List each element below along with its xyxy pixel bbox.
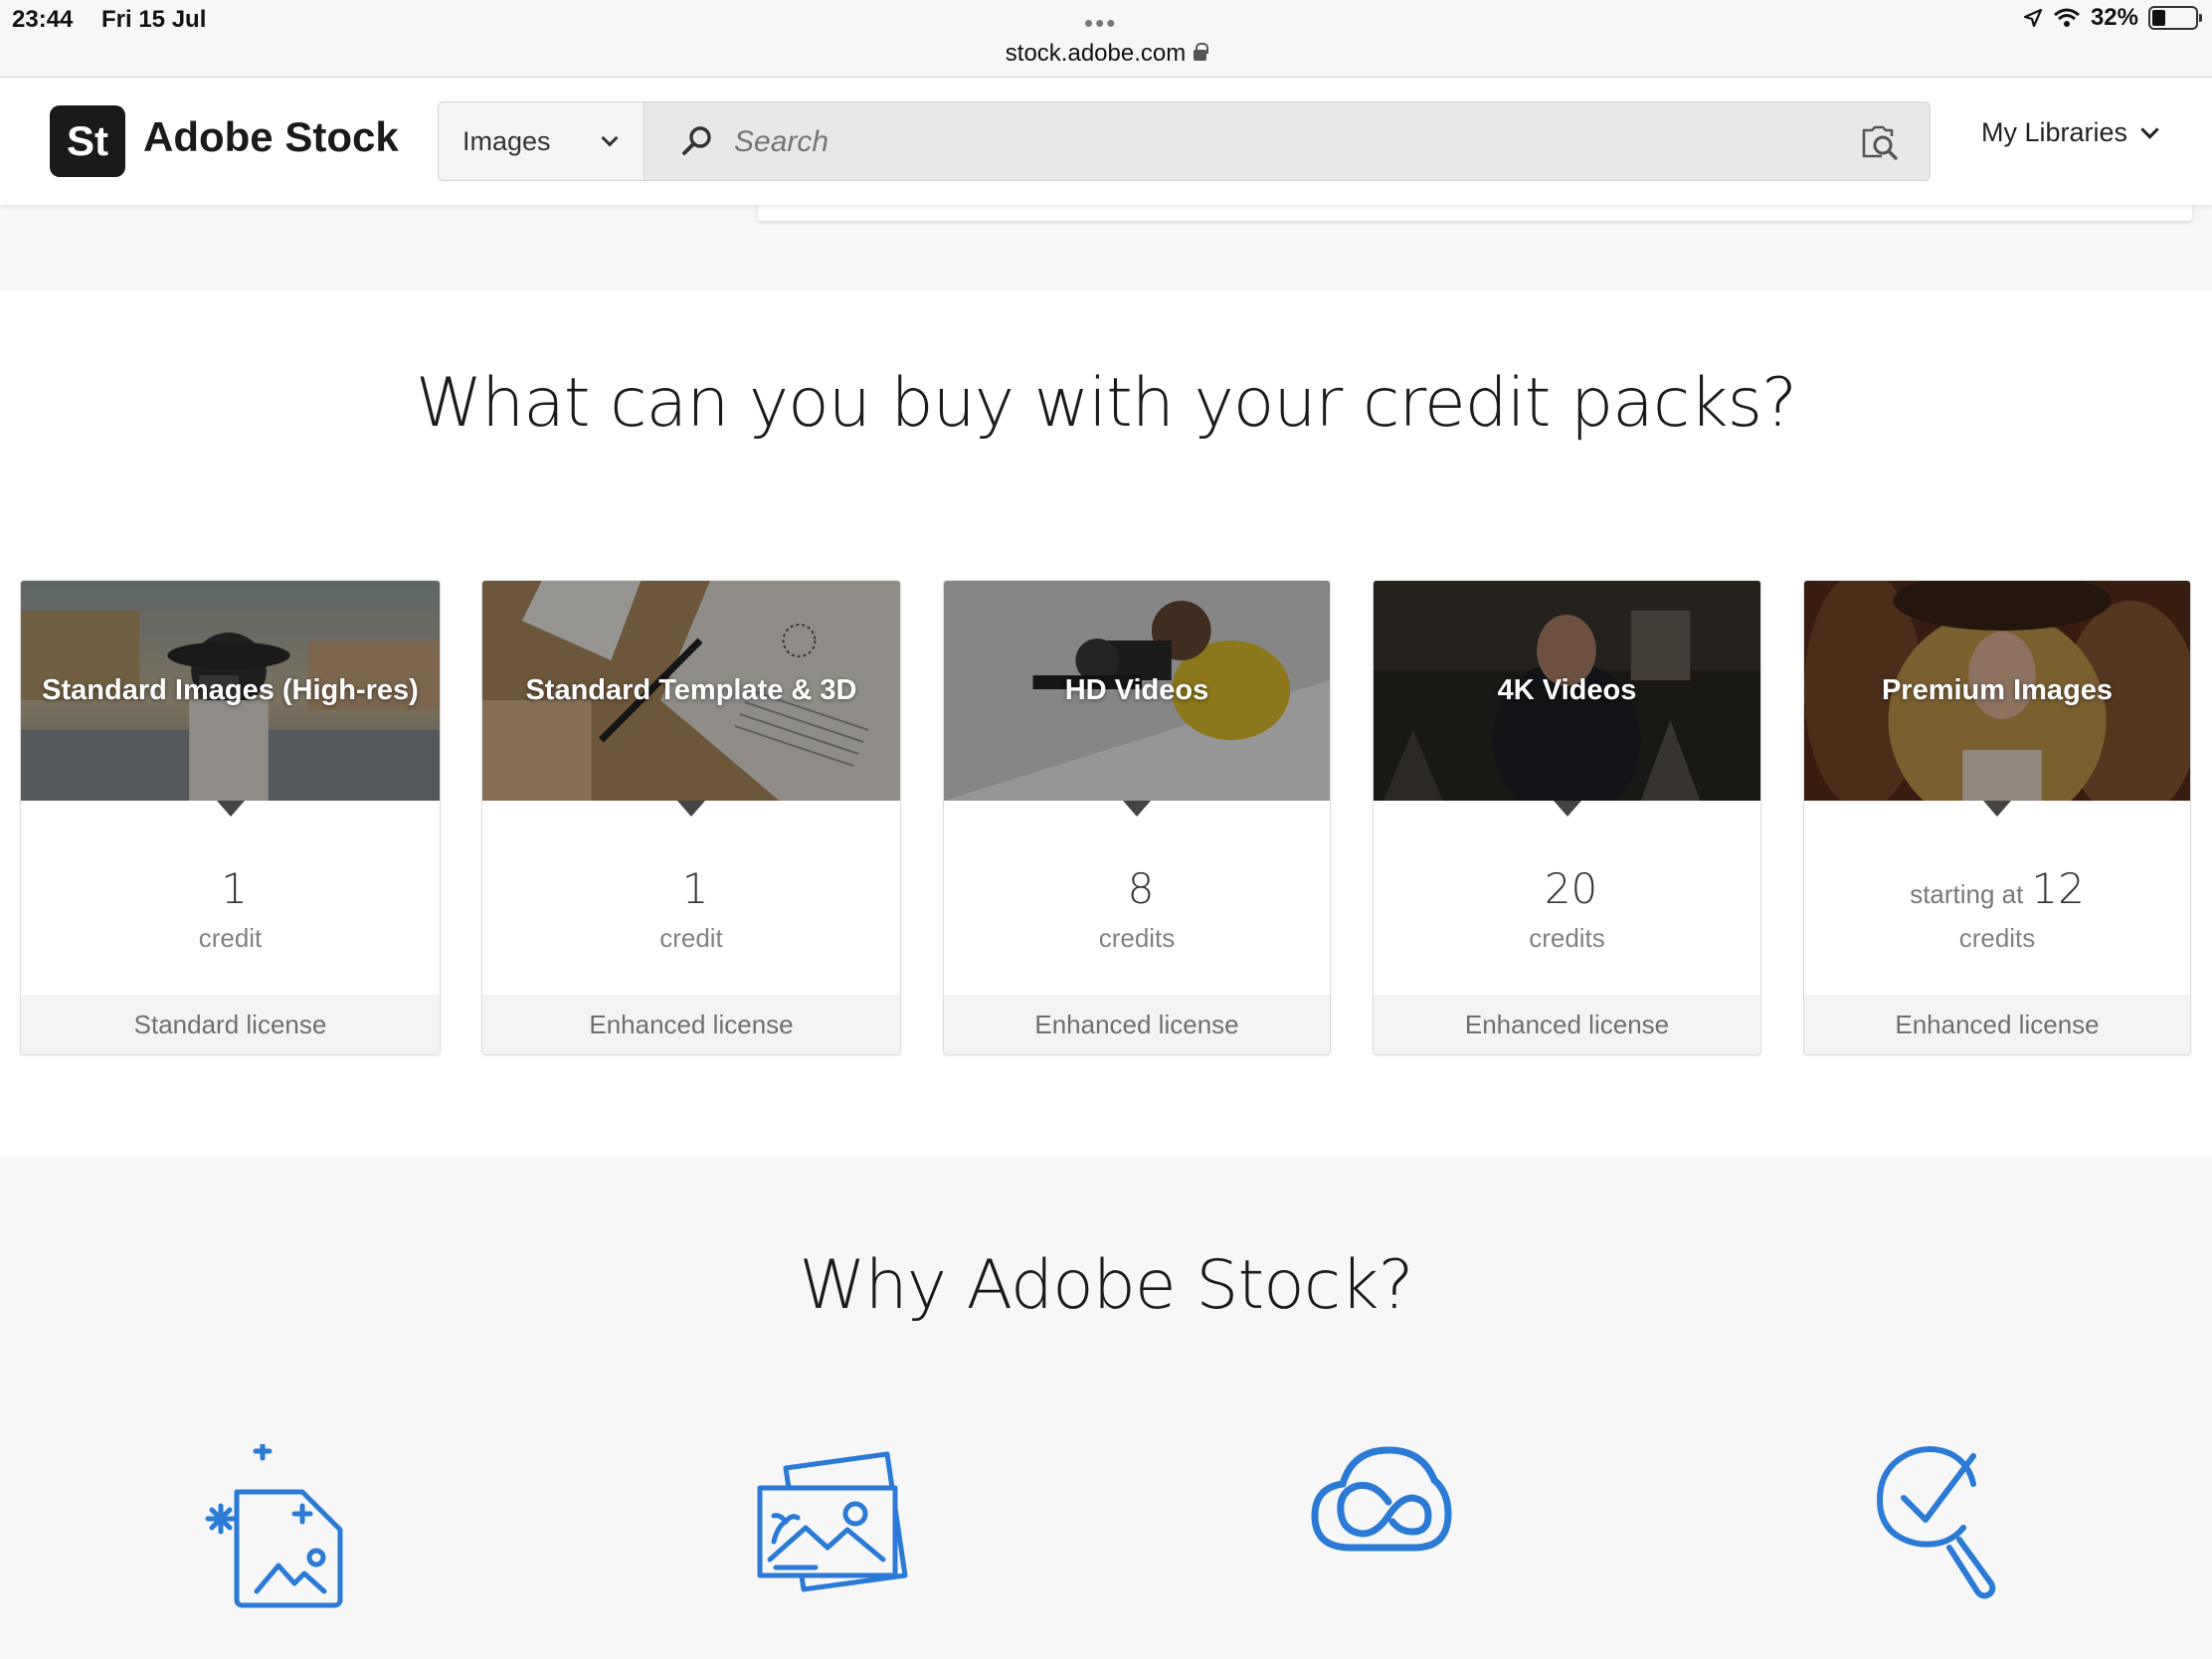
location-arrow-icon	[2023, 8, 2043, 28]
why-section-title: Why Adobe Stock?	[799, 1246, 1413, 1325]
search-bar	[644, 101, 1931, 182]
credit-card-hd-videos[interactable]: HD Videos 8 credits Enhanced license	[943, 580, 1331, 1055]
card-credit-amount: 1	[221, 864, 248, 913]
card-credit-amount: 20	[1544, 864, 1598, 913]
credits-section-title: What can you buy with your credit packs?	[415, 364, 1797, 443]
search-icon	[682, 126, 711, 155]
card-license: Enhanced license	[1804, 995, 2190, 1054]
card-pointer	[216, 801, 245, 817]
chevron-down-icon	[601, 129, 619, 147]
card-credit-amount: starting at 12	[1910, 864, 2085, 913]
card-credit-amount: 8	[1127, 864, 1155, 913]
asset-type-dropdown[interactable]: Images	[438, 101, 645, 181]
card-pointer	[677, 801, 705, 817]
card-license: Enhanced license	[944, 995, 1330, 1054]
photo-stack-icon	[757, 1451, 908, 1592]
card-title: HD Videos	[1064, 674, 1209, 706]
card-license: Enhanced license	[482, 995, 900, 1054]
card-pointer	[1983, 801, 2011, 817]
sparkle-file-image-icon	[205, 1444, 343, 1608]
credit-card-premium-images[interactable]: Premium Images starting at 12 credits Enh…	[1803, 580, 2191, 1055]
address-bar[interactable]: stock.adobe.com	[0, 40, 2212, 68]
card-credit-unit: credits	[1529, 923, 1605, 953]
status-indicators: 32%	[2023, 4, 2202, 32]
card-title: Standard Images (High-res)	[42, 674, 419, 706]
creative-cloud-icon	[1311, 1446, 1452, 1552]
site-header: St Adobe Stock Images My Libraries	[0, 78, 2212, 205]
card-title: Premium Images	[1881, 674, 2114, 706]
credit-card-standard-images[interactable]: Standard Images (High-res) 1 credit Stan…	[20, 580, 441, 1055]
credit-card-templates-3d[interactable]: Standard Template & 3D 1 credit Enhanced…	[481, 580, 901, 1055]
lock-icon	[1194, 43, 1209, 61]
card-title: 4K Videos	[1497, 674, 1637, 706]
status-time: 23:44	[12, 6, 74, 33]
card-credit-amount: 1	[681, 864, 709, 913]
brand-name[interactable]: Adobe Stock	[143, 113, 399, 161]
card-credit-unit: credit	[198, 923, 263, 953]
battery-icon	[2148, 6, 2202, 30]
my-libraries-menu[interactable]: My Libraries	[1981, 117, 2159, 148]
more-dots-icon[interactable]: •••	[1084, 8, 1117, 39]
chevron-down-icon	[2140, 120, 2159, 139]
ios-status-bar: 23:44 Fri 15 Jul ••• stock.adobe.com 32%	[0, 0, 2212, 78]
card-license: Standard license	[21, 995, 440, 1054]
asset-type-label: Images	[462, 125, 551, 156]
card-credit-unit: credit	[659, 923, 723, 953]
search-input[interactable]	[734, 102, 1729, 182]
card-pointer	[1123, 801, 1151, 817]
card-credit-unit: credits	[1098, 923, 1176, 953]
my-libraries-label: My Libraries	[1981, 117, 2128, 147]
url-text: stock.adobe.com	[1005, 40, 1187, 67]
adobe-stock-logo[interactable]: St	[50, 105, 125, 177]
wifi-icon	[2053, 8, 2080, 27]
card-title: Standard Template & 3D	[525, 674, 857, 706]
card-license: Enhanced license	[1374, 995, 1760, 1054]
battery-percent: 32%	[2090, 4, 2138, 31]
credit-card-4k-videos[interactable]: 4K Videos 20 credits Enhanced license	[1373, 580, 1761, 1055]
card-credit-unit: credits	[1958, 923, 2036, 953]
search-check-icon	[1877, 1446, 1996, 1599]
card-pointer	[1553, 801, 1581, 817]
visual-search-icon[interactable]	[1860, 122, 1900, 162]
status-date: Fri 15 Jul	[101, 6, 207, 33]
